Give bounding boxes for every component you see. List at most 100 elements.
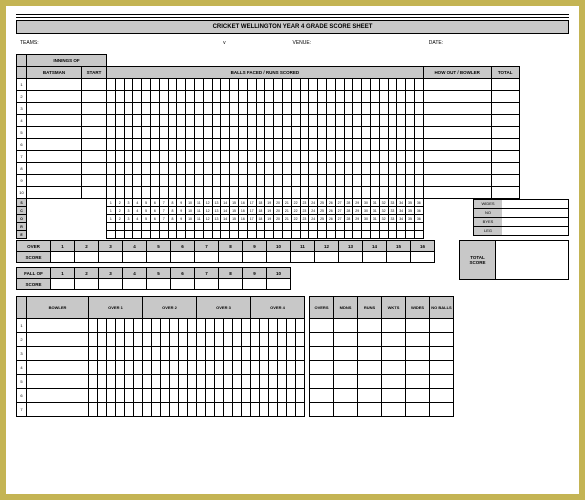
batting-header-row: BATSMAN START BALLS FACED / RUNS SCORED … <box>17 67 520 79</box>
row-num: 6 <box>17 139 27 151</box>
row-num: 5 <box>17 375 27 389</box>
over-num: 8 <box>219 241 243 252</box>
batsman-row: 8 <box>17 163 520 175</box>
extras-wides: WIDES <box>474 200 502 208</box>
extras-no: NO <box>474 209 502 217</box>
over-num: 9 <box>243 241 267 252</box>
fall-cell <box>51 279 75 290</box>
bowler-summary-row <box>310 389 454 403</box>
batsman-row: 7 <box>17 151 520 163</box>
row-num: 10 <box>17 187 27 199</box>
fall-num: 5 <box>147 268 171 279</box>
hdr-over1: OVER 1 <box>89 297 143 319</box>
row-num: 7 <box>17 403 27 417</box>
over-num: 11 <box>291 241 315 252</box>
hdr-balls: BALLS FACED / RUNS SCORED <box>107 67 424 79</box>
over-cell <box>195 252 219 263</box>
hdr-over4: OVER 4 <box>251 297 305 319</box>
fall-label: FALL OF <box>17 268 51 279</box>
hdr-runs: RUNS <box>358 297 382 319</box>
hdr-bowler: BOWLER <box>27 297 89 319</box>
batsman-row: 9 <box>17 175 520 187</box>
fall-table: FALL OF12345678910 SCORE <box>16 267 291 290</box>
hdr-batsman: BATSMAN <box>27 67 82 79</box>
bowler-row: 5 <box>17 375 305 389</box>
row-num: 9 <box>17 175 27 187</box>
total-score-label: TOTAL SCORE <box>460 241 495 279</box>
fall-num: 2 <box>75 268 99 279</box>
batsman-row: 5 <box>17 127 520 139</box>
bowler-summary-row <box>310 333 454 347</box>
fall-num: 1 <box>51 268 75 279</box>
row-num: 7 <box>17 151 27 163</box>
fall-cell <box>267 279 291 290</box>
venue-label: VENUE: <box>293 40 312 46</box>
fall-score-label: SCORE <box>17 279 51 290</box>
bowler-row: 4 <box>17 361 305 375</box>
total-score-box: TOTAL SCORE <box>459 240 569 280</box>
batsman-row: 3 <box>17 103 520 115</box>
hdr-over3: OVER 3 <box>197 297 251 319</box>
over-cell <box>363 252 387 263</box>
row-num: 1 <box>17 79 27 91</box>
innings-header: INNINGS OF <box>27 55 107 67</box>
over-cell <box>267 252 291 263</box>
fall-num: 4 <box>123 268 147 279</box>
page-title: CRICKET WELLINGTON YEAR 4 GRADE SCORE SH… <box>16 20 569 34</box>
batsman-row: 10 <box>17 187 520 199</box>
bowling-summary: OVERS MDNS RUNS WKTS WIDES NO BALLS <box>309 296 454 417</box>
hdr-start: START <box>82 67 107 79</box>
hdr-noballs: NO BALLS <box>430 297 454 319</box>
over-num: 14 <box>363 241 387 252</box>
over-cell <box>123 252 147 263</box>
date-label: DATE: <box>429 40 443 46</box>
over-cell <box>411 252 435 263</box>
over-cell <box>147 252 171 263</box>
bowler-row: 1 <box>17 319 305 333</box>
over-num: 12 <box>315 241 339 252</box>
hdr-wkts: WKTS <box>382 297 406 319</box>
row-num: 2 <box>17 333 27 347</box>
meta-row: TEAMS: v VENUE: DATE: <box>16 38 569 48</box>
hdr-total: TOTAL <box>491 67 519 79</box>
fall-num: 10 <box>267 268 291 279</box>
fall-cell <box>195 279 219 290</box>
fall-cell <box>171 279 195 290</box>
row-num: 2 <box>17 91 27 103</box>
over-cell <box>75 252 99 263</box>
over-num: 7 <box>195 241 219 252</box>
extras-byes: BYES <box>474 218 502 226</box>
bowler-row: 2 <box>17 333 305 347</box>
hdr-wides: WIDES <box>406 297 430 319</box>
batsman-row: 1 <box>17 79 520 91</box>
over-num: 4 <box>123 241 147 252</box>
hdr-mdns: MDNS <box>334 297 358 319</box>
over-num: 16 <box>411 241 435 252</box>
over-cell <box>339 252 363 263</box>
teams-label: TEAMS: <box>20 40 39 46</box>
row-num: 5 <box>17 127 27 139</box>
fall-cell <box>75 279 99 290</box>
extras-leg: LEG <box>474 227 502 235</box>
bowler-row: 7 <box>17 403 305 417</box>
row-num: 6 <box>17 389 27 403</box>
over-num: 1 <box>51 241 75 252</box>
overs-table: OVER12345678910111213141516 SCORE <box>16 240 435 263</box>
hdr-over2: OVER 2 <box>143 297 197 319</box>
row-num: 4 <box>17 361 27 375</box>
over-cell <box>291 252 315 263</box>
over-label: OVER <box>17 241 51 252</box>
fall-cell <box>99 279 123 290</box>
row-num: 1 <box>17 319 27 333</box>
over-cell <box>315 252 339 263</box>
over-cell <box>243 252 267 263</box>
bowler-summary-row <box>310 403 454 417</box>
bowler-row: 3 <box>17 347 305 361</box>
over-num: 5 <box>147 241 171 252</box>
over-num: 10 <box>267 241 291 252</box>
bowler-summary-row <box>310 319 454 333</box>
fall-num: 9 <box>243 268 267 279</box>
row-num: 8 <box>17 163 27 175</box>
fall-num: 6 <box>171 268 195 279</box>
bowler-row: 6 <box>17 389 305 403</box>
